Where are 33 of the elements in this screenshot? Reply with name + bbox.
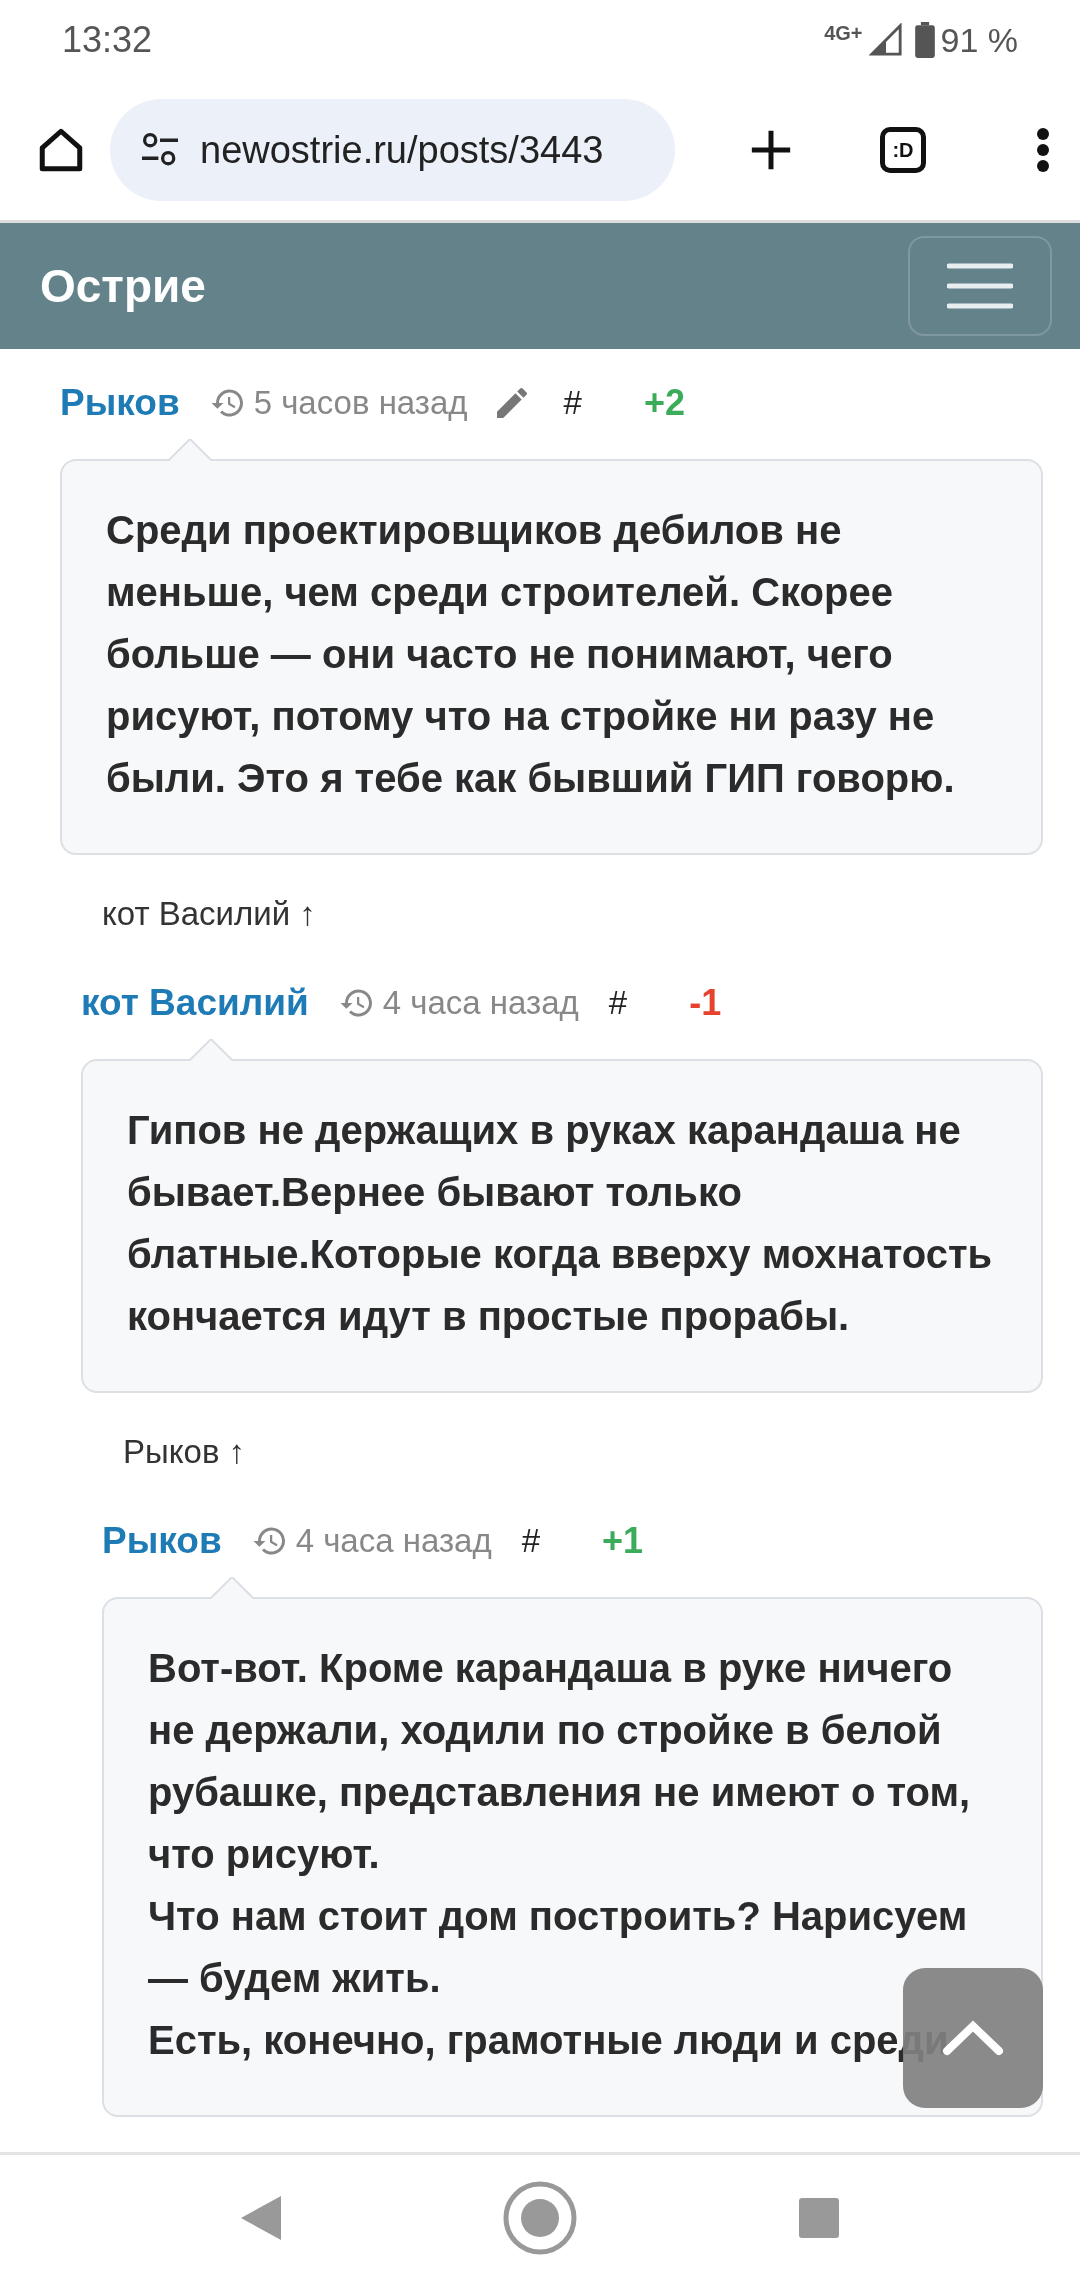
battery-level: 91 % bbox=[940, 20, 1018, 60]
comment-time: 5 часов назад bbox=[253, 384, 468, 422]
address-bar[interactable]: newostrie.ru/posts/3443 bbox=[110, 99, 675, 201]
vote-score: +1 bbox=[602, 1520, 644, 1562]
site-brand[interactable]: Острие bbox=[40, 259, 206, 313]
comment-author[interactable]: кот Василий bbox=[81, 982, 309, 1024]
menu-button[interactable] bbox=[908, 236, 1052, 336]
reply-link[interactable]: Рыков ↑ bbox=[123, 1433, 246, 1471]
clock: 13:32 bbox=[62, 19, 153, 61]
signal-icon bbox=[868, 23, 903, 57]
comment-author[interactable]: Рыков bbox=[60, 382, 180, 424]
reply-link[interactable]: кот Василий ↑ bbox=[102, 895, 316, 933]
vote-score: +2 bbox=[643, 382, 685, 424]
vote-score: -1 bbox=[689, 982, 722, 1024]
menu-icon bbox=[947, 262, 1013, 310]
comment-text: Что нам стоит дом построить? Нарисуем — будем жить. bbox=[148, 1893, 969, 2002]
network-type: 4G+ bbox=[824, 22, 863, 45]
comment-time: 4 часа назад bbox=[382, 984, 579, 1022]
back-icon[interactable] bbox=[240, 2195, 281, 2240]
battery-icon bbox=[914, 22, 935, 58]
recents-icon[interactable] bbox=[799, 2197, 840, 2238]
comment-text: Вот-вот. Кроме карандаша в руке ничего не держали, ходили по стройке в белой рубашке, представления не имеют о том, что рисуют. bbox=[148, 1645, 972, 1878]
tab-switcher[interactable]: :D bbox=[880, 127, 926, 173]
comment-text: Среди проектировщиков дебилов не меньше, чем среди строителей. Скорее больше — они часто не понимают, чего рисуют, потому что на стройке ни разу не были. Это я тебе как бывший ГИП говорю. bbox=[106, 507, 956, 802]
comment-text: Гипов не держащих в руках карандаша не бывает.Вернее бывают только блатные.Которые когда вверху мохнатость кончается идут в простые прорабы. bbox=[127, 1107, 993, 1340]
permalink[interactable]: # bbox=[515, 1522, 547, 1560]
home-button-icon[interactable] bbox=[502, 2179, 578, 2256]
site-settings-icon[interactable] bbox=[140, 132, 180, 168]
more-icon[interactable] bbox=[1036, 127, 1050, 173]
permalink[interactable]: # bbox=[602, 984, 634, 1022]
comment-author[interactable]: Рыков bbox=[102, 1520, 222, 1562]
comment-time: 4 часа назад bbox=[295, 1522, 492, 1560]
permalink[interactable]: # bbox=[557, 384, 588, 422]
